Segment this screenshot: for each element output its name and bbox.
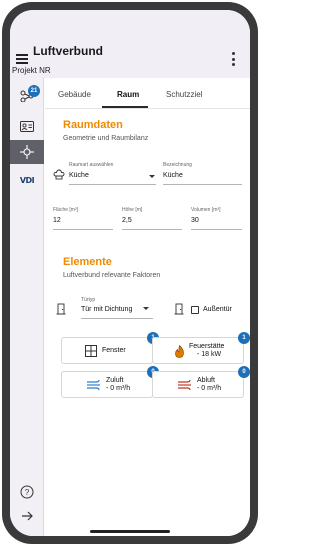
flaeche-label: Fläche [m²] <box>53 207 79 213</box>
zuluft-flow: - 0 m³/h <box>106 385 131 392</box>
svg-text:?: ? <box>25 488 30 497</box>
feuerstaette-card[interactable]: Feuerstätte - 18 kW 1 <box>152 332 250 364</box>
app-bar: Luftverbund Projekt NR <box>10 10 250 78</box>
sidebar-item-vdi[interactable]: VDI <box>10 168 44 192</box>
fenster-card[interactable]: Fenster 1 <box>61 332 159 364</box>
zuluft-label: Zuluft <box>106 377 124 384</box>
tuertyp-select[interactable]: Tür mit Dichtung <box>81 306 132 313</box>
home-indicator[interactable] <box>90 530 170 533</box>
wind-in-icon <box>87 379 100 391</box>
side-navigation: 21 VDI ? <box>10 78 44 536</box>
id-card-icon <box>20 120 34 132</box>
raumdaten-subtitle: Geometrie und Raumbilanz <box>63 135 149 142</box>
abluft-label: Abluft <box>197 377 215 384</box>
vdi-logo-icon: VDI <box>19 175 35 185</box>
chevron-down-icon[interactable] <box>143 307 149 310</box>
raumart-select[interactable]: Küche <box>69 172 89 179</box>
chevron-down-icon[interactable] <box>149 175 155 178</box>
phone-frame: Luftverbund Projekt NR 21 VDI ? Gebäude … <box>2 2 258 544</box>
hamburger-menu-icon[interactable] <box>16 54 28 64</box>
abluft-flow: - 0 m³/h <box>197 385 222 392</box>
tab-raum[interactable]: Raum <box>117 90 139 99</box>
sidebar-item-diagram[interactable] <box>10 140 44 164</box>
tab-schutzziel[interactable]: Schutzziel <box>166 90 202 99</box>
door-icon <box>56 303 66 315</box>
sidebar-item-network[interactable]: 21 <box>10 84 44 108</box>
aussentuer-label: Außentür <box>203 306 232 313</box>
tuertyp-label: Türtyp <box>81 297 96 303</box>
exterior-door-icon <box>174 303 184 315</box>
volumen-label: Volumen [m³] <box>191 207 221 213</box>
notification-badge: 21 <box>28 85 40 97</box>
expand-sidebar-button[interactable] <box>10 504 44 528</box>
chef-hat-icon <box>53 169 65 180</box>
project-name: Projekt NR <box>12 66 51 75</box>
elemente-title: Elemente <box>63 256 112 268</box>
elemente-subtitle: Luftverbund relevante Faktoren <box>63 272 161 279</box>
hoehe-label: Höhe [m] <box>122 207 143 213</box>
feuerstaette-power: - 18 kW <box>197 351 222 358</box>
flame-icon <box>175 345 184 358</box>
more-options-icon[interactable] <box>230 52 236 66</box>
app-title: Luftverbund <box>33 44 103 58</box>
tab-gebaeude[interactable]: Gebäude <box>58 90 91 99</box>
wind-out-icon <box>178 379 191 391</box>
window-icon <box>85 345 97 357</box>
raumart-label: Raumart auswählen <box>69 162 114 168</box>
abluft-card[interactable]: Abluft - 0 m³/h 0 <box>152 366 250 398</box>
active-tab-indicator <box>102 106 148 108</box>
hoehe-input[interactable]: 2,5 <box>122 217 132 224</box>
sidebar-item-contacts[interactable] <box>10 114 44 138</box>
feuerstaette-count-badge: 1 <box>238 332 250 344</box>
diagram-icon <box>20 145 34 159</box>
fenster-label: Fenster <box>102 347 126 354</box>
arrow-right-icon <box>22 511 33 521</box>
zuluft-card[interactable]: Zuluft - 0 m³/h 0 <box>61 366 159 398</box>
bezeichnung-input[interactable]: Küche <box>163 172 183 179</box>
flaeche-input[interactable]: 12 <box>53 217 61 224</box>
help-button[interactable]: ? <box>10 480 44 504</box>
help-icon: ? <box>20 485 34 499</box>
volumen-input[interactable]: 30 <box>191 217 199 224</box>
app-screen: Luftverbund Projekt NR 21 VDI ? Gebäude … <box>10 10 250 536</box>
raumdaten-title: Raumdaten <box>63 119 123 131</box>
main-content: Gebäude Raum Schutzziel Raumdaten Geomet… <box>45 78 250 536</box>
feuerstaette-label: Feuerstätte <box>189 343 225 350</box>
tab-bar: Gebäude Raum Schutzziel <box>45 78 250 109</box>
abluft-count-badge: 0 <box>238 366 250 378</box>
aussentuer-checkbox[interactable] <box>191 306 199 314</box>
bezeichnung-label: Bezeichnung <box>163 162 192 168</box>
